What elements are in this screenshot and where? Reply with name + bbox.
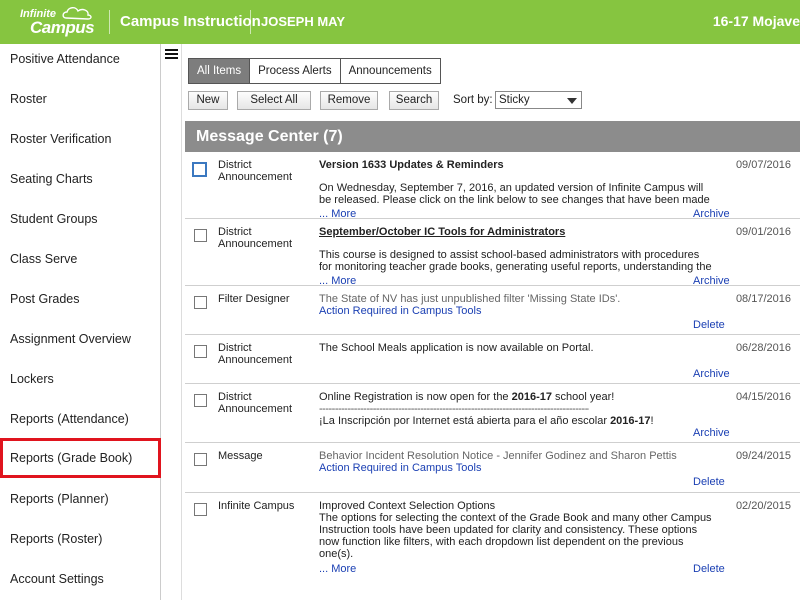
message-checkbox[interactable] [194, 296, 207, 309]
top-header: Infinite Campus Campus Instruction JOSEP… [0, 0, 800, 44]
message-date: 08/17/2016 [735, 293, 791, 305]
sidebar-gutter [161, 44, 181, 600]
message-type: District Announcement [218, 159, 292, 183]
school-context[interactable]: 16-17 Mojave [713, 13, 800, 29]
message-subject[interactable]: Version 1633 Updates & Reminders [319, 159, 714, 171]
message-toolbar: New Select All Remove Search Sort by: St… [188, 91, 793, 111]
message-type: Infinite Campus [218, 500, 295, 512]
message-date: 09/24/2015 [735, 450, 791, 462]
message-date: 06/28/2016 [735, 342, 791, 354]
sidebar-item-student-groups[interactable]: Student Groups [0, 199, 161, 239]
message-text: On Wednesday, September 7, 2016, an upda… [319, 182, 710, 206]
message-text: Behavior Incident Resolution Notice - Je… [319, 450, 677, 462]
message-row: Infinite Campus Improved Context Selecti… [185, 493, 800, 575]
message-checkbox[interactable] [194, 394, 207, 407]
tab-process-alerts[interactable]: Process Alerts [249, 58, 341, 84]
search-button[interactable]: Search [389, 91, 439, 110]
message-date: 02/20/2015 [735, 500, 791, 512]
sidebar-item-reports-grade-book[interactable]: Reports (Grade Book) [0, 438, 161, 478]
message-date: 04/15/2016 [735, 391, 791, 403]
logo-text-bottom: Campus [30, 18, 95, 37]
sidebar-item-roster[interactable]: Roster [0, 79, 161, 119]
message-subject[interactable]: September/October IC Tools for Administr… [319, 226, 714, 238]
select-all-button[interactable]: Select All [237, 91, 311, 110]
tab-announcements[interactable]: Announcements [339, 58, 441, 84]
sort-by-label: Sort by: [453, 94, 493, 106]
sidebar-item-account-settings[interactable]: Account Settings [0, 559, 161, 599]
sidebar-item-reports-planner[interactable]: Reports (Planner) [0, 479, 161, 519]
delete-link[interactable]: Delete [693, 563, 725, 575]
more-link[interactable]: ... More [319, 563, 356, 575]
sort-by-select[interactable]: Sticky [495, 91, 582, 109]
message-body: The State of NV has just unpublished fil… [319, 293, 714, 317]
message-checkbox[interactable] [194, 229, 207, 242]
message-row: Filter Designer The State of NV has just… [185, 286, 800, 335]
message-text-spanish: ¡La Inscripción por Internet está abiert… [319, 415, 654, 427]
message-text: This course is designed to assist school… [319, 249, 712, 273]
message-checkbox[interactable] [194, 503, 207, 516]
message-row: District Announcement Online Registratio… [185, 384, 800, 443]
separator-line: ----------------------------------------… [319, 403, 589, 415]
message-checkbox[interactable] [194, 453, 207, 466]
message-text: The options for selecting the context of… [319, 512, 712, 560]
message-checkbox[interactable] [192, 162, 207, 177]
message-body: Improved Context Selection Options The o… [319, 500, 714, 564]
message-text: The School Meals application is now avai… [319, 342, 594, 354]
header-divider [250, 10, 251, 34]
action-required-link[interactable]: Action Required in Campus Tools [319, 305, 714, 317]
app-title: Campus Instruction [120, 13, 261, 30]
message-subject[interactable]: Improved Context Selection Options [319, 500, 714, 512]
message-date: 09/01/2016 [735, 226, 791, 238]
message-type: District Announcement [218, 342, 292, 366]
sidebar-item-reports-roster[interactable]: Reports (Roster) [0, 519, 161, 559]
archive-link[interactable]: Archive [693, 427, 730, 439]
delete-link[interactable]: Delete [693, 319, 725, 331]
infinite-campus-logo[interactable]: Infinite Campus [18, 6, 106, 38]
sidebar-item-positive-attendance[interactable]: Positive Attendance [0, 39, 161, 79]
message-list: District Announcement Version 1633 Updat… [185, 152, 800, 600]
message-row: District Announcement The School Meals a… [185, 335, 800, 384]
message-tabs: All Items Process Alerts Announcements [188, 58, 441, 84]
message-row: District Announcement September/October … [185, 219, 800, 287]
sidebar-item-lockers[interactable]: Lockers [0, 359, 161, 399]
main-content: All Items Process Alerts Announcements N… [181, 44, 800, 600]
chevron-down-icon [567, 98, 577, 104]
sidebar-item-class-serve[interactable]: Class Serve [0, 239, 161, 279]
message-body: The School Meals application is now avai… [319, 342, 714, 354]
sidebar-nav: Positive Attendance Roster Roster Verifi… [0, 44, 161, 600]
sort-by-value: Sticky [499, 94, 530, 106]
message-checkbox[interactable] [194, 345, 207, 358]
sidebar-item-seating-charts[interactable]: Seating Charts [0, 159, 161, 199]
tab-all-items[interactable]: All Items [188, 58, 251, 84]
archive-link[interactable]: Archive [693, 368, 730, 380]
message-type: Filter Designer [218, 293, 290, 305]
action-required-link[interactable]: Action Required in Campus Tools [319, 462, 714, 474]
message-text: Online Registration is now open for the … [319, 391, 615, 403]
sidebar-item-post-grades[interactable]: Post Grades [0, 279, 161, 319]
message-type: District Announcement [218, 391, 292, 415]
message-body: Behavior Incident Resolution Notice - Je… [319, 450, 714, 474]
hamburger-menu-icon[interactable] [165, 49, 178, 60]
message-type: District Announcement [218, 226, 292, 250]
message-body: Version 1633 Updates & Reminders On Wedn… [319, 159, 714, 206]
message-text: The State of NV has just unpublished fil… [319, 293, 621, 305]
message-center-title: Message Center (7) [185, 121, 800, 152]
message-date: 09/07/2016 [735, 159, 791, 171]
message-row: District Announcement Version 1633 Updat… [185, 152, 800, 220]
sidebar-item-assignment-overview[interactable]: Assignment Overview [0, 319, 161, 359]
sidebar-item-roster-verification[interactable]: Roster Verification [0, 119, 161, 159]
message-row: Message Behavior Incident Resolution Not… [185, 443, 800, 493]
header-divider [109, 10, 110, 34]
cloud-icon [62, 7, 92, 20]
user-name[interactable]: JOSEPH MAY [261, 14, 345, 29]
delete-link[interactable]: Delete [693, 476, 725, 488]
message-body: September/October IC Tools for Administr… [319, 226, 714, 273]
sidebar-item-reports-attendance[interactable]: Reports (Attendance) [0, 399, 161, 439]
message-body: Online Registration is now open for the … [319, 391, 714, 427]
message-type: Message [218, 450, 263, 462]
new-button[interactable]: New [188, 91, 228, 110]
remove-button[interactable]: Remove [320, 91, 378, 110]
